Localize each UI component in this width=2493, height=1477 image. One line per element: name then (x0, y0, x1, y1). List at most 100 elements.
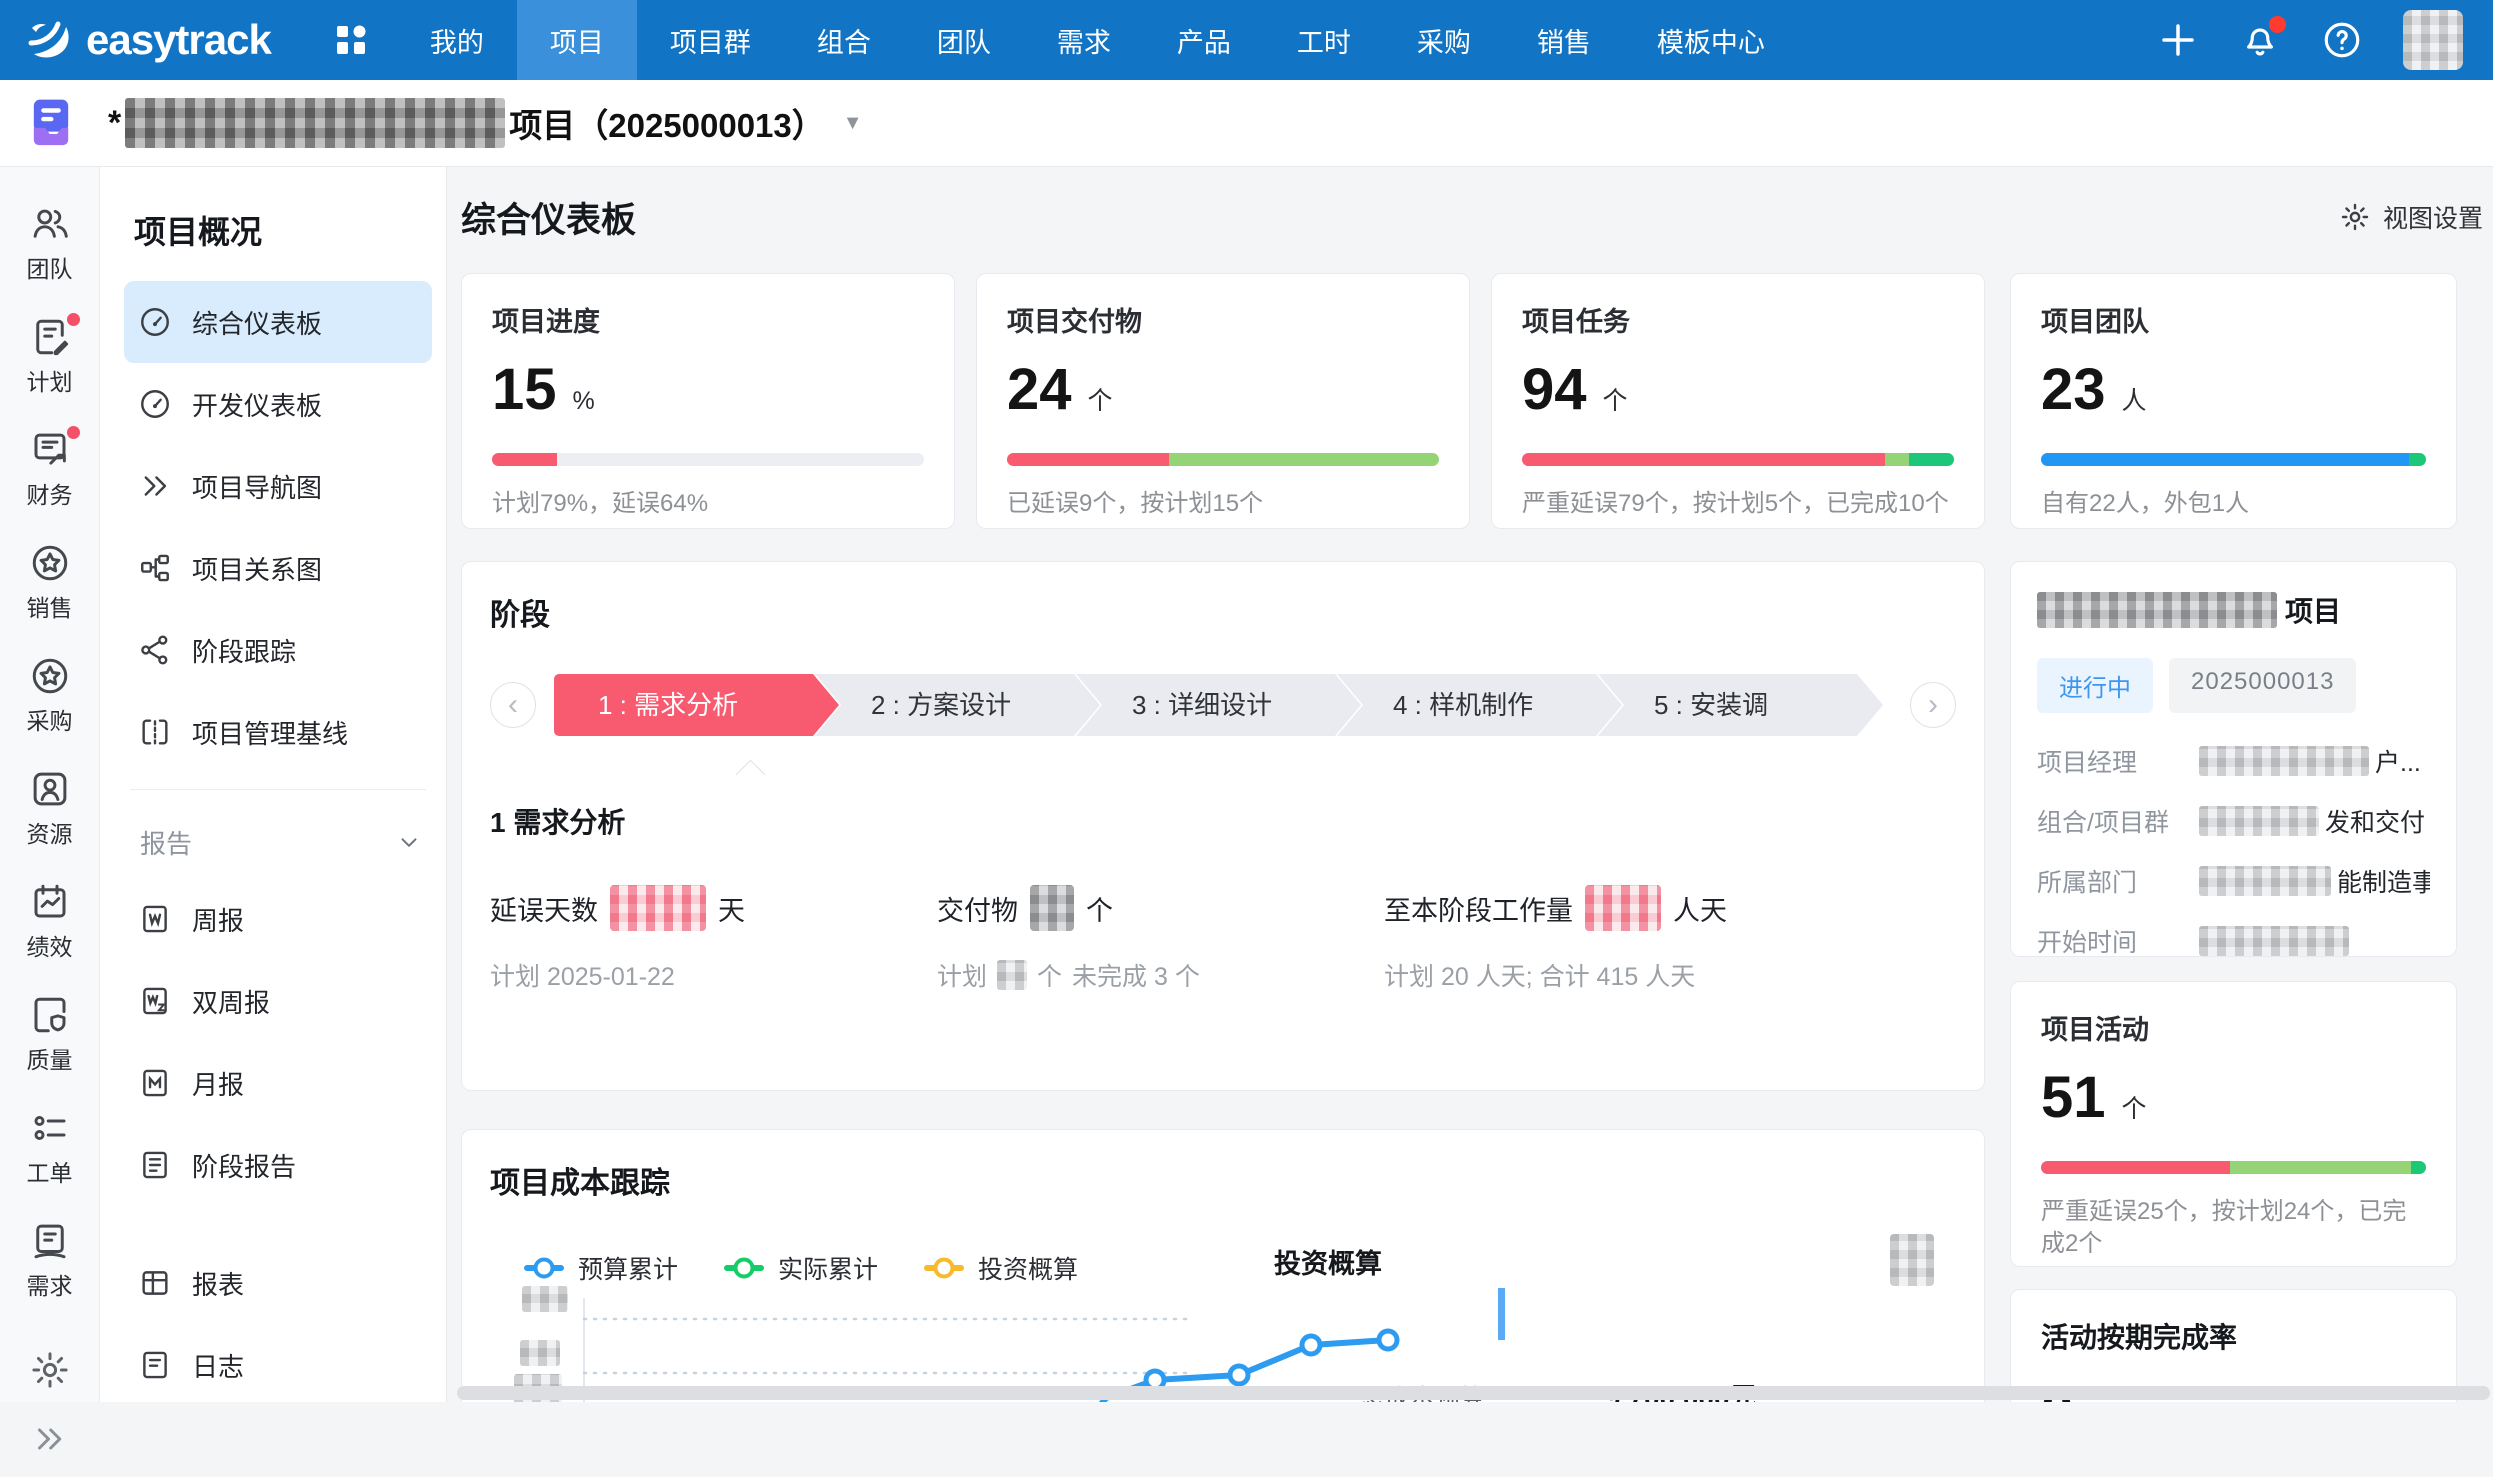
stage-chevron-1-active[interactable]: 1 : 需求分析 (554, 674, 839, 736)
nav-item-project[interactable]: 项目 (517, 0, 637, 80)
project-title-redacted (125, 98, 505, 148)
nav-item-procurement[interactable]: 采购 (1384, 0, 1504, 80)
stage-metric-workload: 至本阶段工作量 人天 计划 20 人天; 合计 415 人天 (1384, 885, 1831, 993)
stat-value: 23 (2041, 361, 2106, 419)
project-switch-caret-icon[interactable]: ▼ (843, 112, 863, 135)
nav-item-demand[interactable]: 需求 (1024, 0, 1144, 80)
nav-item-my[interactable]: 我的 (397, 0, 517, 80)
stat-title: 项目任务 (1522, 300, 1954, 339)
sidebar-item-stage-report[interactable]: 阶段报告 (124, 1124, 432, 1206)
redacted-value (610, 885, 706, 931)
horizontal-scrollbar[interactable] (457, 1386, 2490, 1400)
sidebar-item-stage-tracking[interactable]: 阶段跟踪 (124, 609, 432, 691)
stat-value: 51 (2041, 1069, 2106, 1127)
sidebar-item-report-table[interactable]: 报表 (124, 1242, 432, 1324)
settings-gear-icon[interactable] (29, 1333, 71, 1407)
completion-rate-title: 活动按期完成率 (2041, 1316, 2426, 1356)
stat-card-team: 项目团队 23 人 自有22人，外包1人 (2010, 273, 2457, 529)
easytrack-logo-icon (22, 14, 74, 66)
project-title-bar: * 项目（2025000013） ▼ (0, 80, 2493, 167)
apps-grid-icon[interactable] (331, 20, 371, 60)
help-icon[interactable] (2321, 19, 2363, 61)
rail-item-finance[interactable]: 财务 (27, 429, 73, 510)
demand-icon (29, 1220, 71, 1262)
user-avatar[interactable] (2403, 10, 2463, 70)
rail-item-sales[interactable]: 销售 (27, 542, 73, 623)
project-title: 项目（2025000013） (509, 99, 825, 147)
stage-prev-button[interactable]: ‹ (490, 682, 536, 728)
investment-bar (1498, 1288, 1505, 1340)
legend-marker (924, 1265, 964, 1271)
legend-marker (724, 1265, 764, 1271)
stats-row: 项目进度 15 % 计划79%，延误64% 项目交付物 24 (461, 273, 1985, 529)
sidebar-item-weekly-report[interactable]: 周报 (124, 878, 432, 960)
easytrack-logo[interactable]: easytrack (0, 14, 287, 66)
stage-metric-plan: 计划 2025-01-22 (490, 957, 937, 993)
resource-icon (29, 768, 71, 810)
sidebar-item-log[interactable]: 日志 (124, 1324, 432, 1402)
sidebar-item-management-baseline[interactable]: 项目管理基线 (124, 691, 432, 773)
sidebar-section-reports[interactable]: 报告 (124, 806, 432, 878)
nav-item-sales[interactable]: 销售 (1504, 0, 1624, 80)
rail-item-demand[interactable]: 需求 (27, 1220, 73, 1301)
sidebar-item-dev-dashboard[interactable]: 开发仪表板 (124, 363, 432, 445)
stage-chevron-3[interactable]: 3 : 详细设计 (1076, 674, 1361, 736)
rail-item-procurement[interactable]: 采购 (27, 655, 73, 736)
view-settings-button[interactable]: 视图设置 (2339, 199, 2483, 235)
stage-report-icon (138, 1148, 172, 1182)
expand-rail-icon[interactable] (32, 1407, 68, 1477)
rail-item-plan[interactable]: 计划 (27, 316, 73, 397)
rail-item-resource[interactable]: 资源 (27, 768, 73, 849)
redacted-project-name (2037, 592, 2277, 628)
brand-text: easytrack (86, 16, 271, 64)
chevron-down-icon (396, 829, 422, 855)
project-title-prefix: * (108, 104, 121, 143)
redacted-value (1030, 885, 1074, 931)
stat-unit: 个 (2122, 1089, 2147, 1125)
rail-item-performance[interactable]: 绩效 (27, 881, 73, 962)
sidebar-item-composite-dashboard[interactable]: 综合仪表板 (124, 281, 432, 363)
nav-item-template-center[interactable]: 模板中心 (1624, 0, 1798, 80)
nav-item-program[interactable]: 项目群 (637, 0, 784, 80)
nav-item-product[interactable]: 产品 (1144, 0, 1264, 80)
redacted-value (2199, 806, 2319, 836)
stat-note: 已延误9个，按计划15个 (1007, 488, 1439, 520)
stat-value: 15 (492, 361, 557, 419)
stat-card-tasks: 项目任务 94 个 严重延误79个，按计划5个，已完成10个 (1491, 273, 1985, 529)
cost-panel: 项目成本跟踪 预算累计 实际累计 (461, 1129, 1985, 1402)
rail-item-quality[interactable]: 质量 (27, 994, 73, 1075)
redacted-value (997, 960, 1027, 990)
log-icon (138, 1348, 172, 1382)
rail-item-team[interactable]: 团队 (27, 203, 73, 284)
redacted-value (2199, 866, 2331, 896)
redacted-value (1585, 885, 1661, 931)
stage-chevron-4[interactable]: 4 : 样机制作 (1337, 674, 1622, 736)
nav-item-timesheet[interactable]: 工时 (1264, 0, 1384, 80)
view-settings-gear-icon (2339, 201, 2371, 233)
redacted-value (2199, 926, 2349, 956)
rail-item-workorder[interactable]: 工单 (27, 1107, 73, 1188)
add-icon[interactable] (2157, 19, 2199, 61)
nav-item-team[interactable]: 团队 (904, 0, 1024, 80)
nav-item-portfolio[interactable]: 组合 (784, 0, 904, 80)
project-icon (24, 96, 108, 150)
easytrack-app: easytrack 我的 项目 项目群 组合 团队 需求 产品 工时 采购 销售… (0, 0, 2493, 1401)
notification-bell-icon[interactable] (2239, 19, 2281, 61)
project-info-title: 项目 (2037, 590, 2430, 630)
stage-metric-plan: 计划 20 人天; 合计 415 人天 (1384, 957, 1831, 993)
sidebar-item-monthly-report[interactable]: 月报 (124, 1042, 432, 1124)
stage-panel: 阶段 ‹ 1 : 需求分析 2 : 方案设计 3 : 详细设计 4 : 样机制作… (461, 561, 1985, 1091)
sidebar-item-navigation-map[interactable]: 项目导航图 (124, 445, 432, 527)
gauge-icon (138, 387, 172, 421)
sidebar-item-biweekly-report[interactable]: 双周报 (124, 960, 432, 1042)
sidebar-item-relationship-map[interactable]: 项目关系图 (124, 527, 432, 609)
gauge-icon (138, 305, 172, 339)
stage-next-button[interactable]: › (1910, 682, 1956, 728)
progress-bar (492, 453, 924, 466)
stage-chevron-2[interactable]: 2 : 方案设计 (815, 674, 1100, 736)
report-table-icon (138, 1266, 172, 1300)
sidebar-divider (130, 789, 426, 790)
info-field-start-date: 开始时间 (2037, 923, 2430, 957)
workorder-icon (29, 1107, 71, 1149)
stage-chevron-5[interactable]: 5 : 安装调 (1598, 674, 1883, 736)
